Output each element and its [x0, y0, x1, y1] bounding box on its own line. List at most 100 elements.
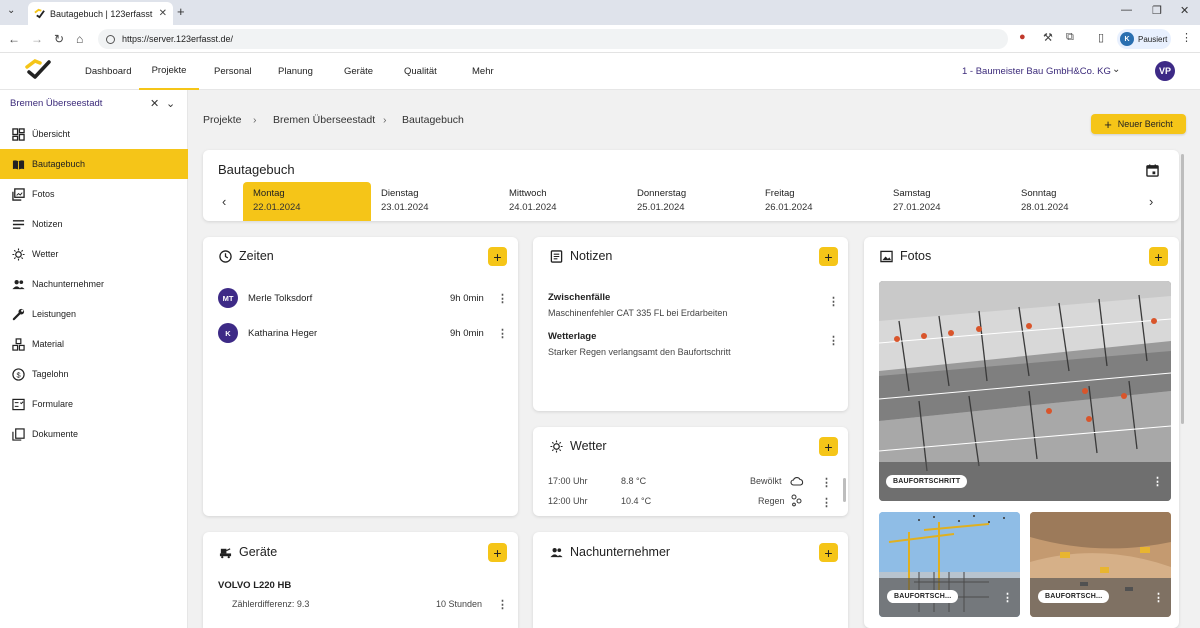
add-foto-button[interactable]: +	[1149, 247, 1168, 266]
minimize-icon[interactable]: —	[1121, 4, 1132, 16]
tab-list-icon[interactable]: ⌄	[7, 5, 15, 16]
photo-construction-aerial[interactable]: BAUFORTSCHRITT ⋮	[879, 281, 1171, 501]
day-montag[interactable]: Montag 22.01.2024	[243, 182, 371, 221]
sidebar-item-formulare[interactable]: Formulare	[0, 389, 188, 419]
window-close-icon[interactable]: ✕	[1180, 4, 1189, 17]
add-notiz-button[interactable]: +	[819, 247, 838, 266]
browser-tab[interactable]: Bautagebuch | 123erfasst ✕	[28, 2, 173, 25]
more-vert-icon[interactable]: ⋮	[1002, 591, 1013, 604]
profile-button[interactable]: K Pausiert	[1117, 29, 1171, 49]
wetter-title-text: Wetter	[570, 439, 607, 453]
material-icon	[12, 337, 25, 351]
day-sonntag[interactable]: Sonntag 28.01.2024	[1011, 182, 1139, 221]
sidebar-item-wetter[interactable]: Wetter	[0, 239, 188, 269]
reload-icon[interactable]: ↻	[54, 32, 64, 46]
nav-qualitaet[interactable]: Qualität	[404, 53, 437, 90]
day-samstag[interactable]: Samstag 27.01.2024	[883, 182, 1011, 221]
page-scrollbar[interactable]	[1181, 154, 1184, 424]
day-date: 25.01.2024	[637, 202, 685, 213]
profile-label: Pausiert	[1138, 34, 1168, 44]
project-name[interactable]: Bremen Überseestadt	[10, 98, 102, 109]
photo-excavation[interactable]: BAUFORTSCH... ⋮	[1030, 512, 1171, 617]
sun-icon	[12, 247, 25, 261]
photo-cranes[interactable]: BAUFORTSCH... ⋮	[879, 512, 1020, 617]
tab-close-icon[interactable]: ✕	[159, 8, 167, 19]
fotos-title: Fotos	[880, 249, 931, 263]
photo-tag-chip[interactable]: BAUFORTSCH...	[1038, 590, 1110, 603]
sidebar-item-uebersicht[interactable]: Übersicht	[0, 119, 188, 149]
chevron-down-icon[interactable]: ⌄	[1112, 64, 1120, 75]
nav-planung[interactable]: Planung	[278, 53, 313, 90]
avatar: MT	[218, 288, 238, 308]
chevron-right-icon[interactable]: ›	[1149, 194, 1153, 209]
avatar: K	[218, 323, 238, 343]
nav-personal[interactable]: Personal	[214, 53, 252, 90]
site-info-icon[interactable]	[106, 34, 115, 44]
add-nachunternehmer-button[interactable]: +	[819, 543, 838, 562]
browser-menu-icon[interactable]: ⋮	[1181, 31, 1192, 44]
day-donnerstag[interactable]: Donnerstag 25.01.2024	[627, 182, 755, 221]
company-selector[interactable]: 1 - Baumeister Bau GmbH&Co. KG	[962, 66, 1111, 77]
day-freitag[interactable]: Freitag 26.01.2024	[755, 182, 883, 221]
breadcrumb-project[interactable]: Bremen Überseestadt	[273, 114, 375, 126]
extension-icon[interactable]: ⚒	[1043, 31, 1053, 44]
more-vert-icon[interactable]: ⋮	[1153, 591, 1164, 604]
weather-time: 17:00 Uhr	[548, 476, 588, 486]
add-geraet-button[interactable]: +	[488, 543, 507, 562]
nachunternehmer-title-text: Nachunternehmer	[570, 545, 671, 559]
sidebar-item-notizen[interactable]: Notizen	[0, 209, 188, 239]
more-vert-icon[interactable]: ⋮	[821, 496, 832, 509]
sidebar-item-dokumente[interactable]: Dokumente	[0, 419, 188, 449]
new-report-button[interactable]: + Neuer Bericht	[1091, 114, 1186, 134]
more-vert-icon[interactable]: ⋮	[828, 295, 839, 308]
day-dienstag[interactable]: Dienstag 23.01.2024	[371, 182, 499, 221]
new-tab-icon[interactable]: +	[177, 4, 185, 19]
wetter-scrollbar[interactable]	[843, 478, 846, 502]
sidebar-item-tagelohn[interactable]: $ Tagelohn	[0, 359, 188, 389]
day-mittwoch[interactable]: Mittwoch 24.01.2024	[499, 182, 627, 221]
more-vert-icon[interactable]: ⋮	[497, 292, 508, 305]
documents-icon	[12, 427, 25, 441]
breadcrumb-current: Bautagebuch	[402, 114, 464, 126]
add-wetter-button[interactable]: +	[819, 437, 838, 456]
employee-name: Katharina Heger	[248, 328, 318, 339]
sidebar-item-nachunternehmer[interactable]: Nachunternehmer	[0, 269, 188, 299]
more-vert-icon[interactable]: ⋮	[828, 334, 839, 347]
app-logo[interactable]	[24, 58, 52, 82]
url-field[interactable]: https://server.123erfasst.de/	[98, 29, 1008, 49]
rain-icon	[791, 494, 802, 507]
day-date: 27.01.2024	[893, 202, 941, 213]
add-zeit-button[interactable]: +	[488, 247, 507, 266]
user-avatar[interactable]: VP	[1155, 61, 1175, 81]
sidepanel-icon[interactable]: ▯	[1098, 31, 1104, 44]
sidebar-item-fotos[interactable]: Fotos	[0, 179, 188, 209]
maximize-icon[interactable]: ❐	[1152, 4, 1162, 17]
nav-mehr[interactable]: Mehr	[472, 53, 494, 90]
nav-geraete[interactable]: Geräte	[344, 53, 373, 90]
nav-dashboard[interactable]: Dashboard	[85, 53, 131, 90]
photo-tag-chip[interactable]: BAUFORTSCHRITT	[886, 475, 968, 488]
extension-icon[interactable]: ●	[1019, 31, 1026, 43]
sidebar-item-label: Formulare	[32, 399, 74, 409]
more-vert-icon[interactable]: ⋮	[821, 476, 832, 489]
home-icon[interactable]: ⌂	[76, 32, 83, 46]
close-icon[interactable]: ✕	[150, 97, 159, 110]
sidebar-item-material[interactable]: Material	[0, 329, 188, 359]
nav-projekte[interactable]: Projekte	[139, 53, 199, 90]
machine-name: VOLVO L220 HB	[218, 580, 292, 591]
calendar-icon[interactable]	[1146, 164, 1159, 177]
more-vert-icon[interactable]: ⋮	[497, 327, 508, 340]
breadcrumb-projekte[interactable]: Projekte	[203, 114, 242, 126]
sidebar-item-leistungen[interactable]: Leistungen	[0, 299, 188, 329]
extensions-puzzle-icon[interactable]: ⧉	[1066, 31, 1074, 44]
chevron-left-icon[interactable]: ‹	[222, 194, 226, 209]
back-icon[interactable]: ←	[8, 32, 20, 46]
more-vert-icon[interactable]: ⋮	[497, 598, 508, 611]
tab-title: Bautagebuch | 123erfasst	[50, 8, 153, 19]
zeiten-title: Zeiten	[219, 249, 274, 263]
more-vert-icon[interactable]: ⋮	[1152, 475, 1163, 488]
sidebar-item-bautagebuch[interactable]: Bautagebuch	[0, 149, 188, 179]
forward-icon[interactable]: →	[31, 32, 43, 46]
photo-tag-chip[interactable]: BAUFORTSCH...	[887, 590, 959, 603]
chevron-down-icon[interactable]: ⌄	[166, 97, 175, 110]
